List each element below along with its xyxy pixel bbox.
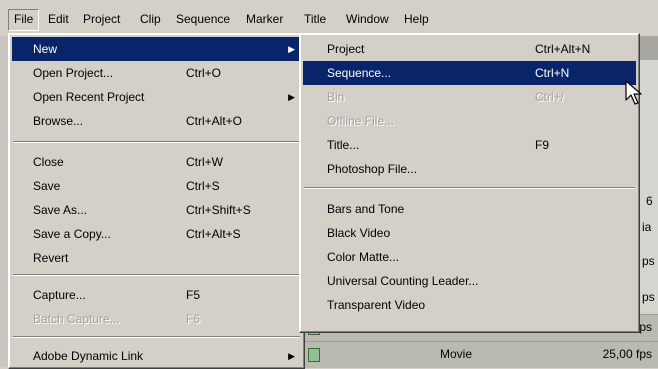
menu-item-transparent-video[interactable]: Transparent Video	[303, 293, 636, 317]
menu-item-label: Close	[33, 155, 64, 169]
menu-item-shortcut: Ctrl+S	[186, 179, 220, 193]
menu-item-new-sequence[interactable]: Sequence... Ctrl+N	[303, 61, 636, 85]
menu-file[interactable]: File	[8, 9, 40, 31]
menu-item-new-project[interactable]: Project Ctrl+Alt+N	[303, 37, 636, 61]
menu-separator	[13, 274, 300, 276]
menu-item-save-a-copy[interactable]: Save a Copy... Ctrl+Alt+S	[12, 222, 301, 246]
menu-item-label: Browse...	[33, 114, 84, 128]
menu-item-shortcut: F6	[186, 312, 201, 326]
menu-item-new-offline-file: Offline File...	[303, 109, 636, 133]
new-submenu: Project Ctrl+Alt+N Sequence... Ctrl+N Bi…	[299, 33, 640, 333]
menu-item-label: Transparent Video	[327, 298, 426, 312]
menu-item-shortcut: Ctrl+/	[535, 90, 565, 104]
menu-item-shortcut: Ctrl+N	[535, 66, 570, 80]
menu-item-label: Sequence...	[327, 66, 392, 80]
menu-item-label: Batch Capture...	[33, 312, 120, 326]
menu-item-label: Color Matte...	[327, 250, 400, 264]
triangle-right-icon: ▶	[288, 92, 295, 102]
clip-fps: 25,00 fps	[602, 347, 652, 361]
menu-item-browse[interactable]: Browse... Ctrl+Alt+O	[12, 109, 301, 133]
clip-type: Movie	[440, 347, 473, 361]
background-list-row[interactable]: Movie 25,00 fps	[300, 341, 658, 368]
menu-separator	[304, 187, 635, 189]
mouse-pointer-icon	[625, 80, 642, 105]
menu-item-adobe-dynamic-link[interactable]: Adobe Dynamic Link ▶	[12, 344, 301, 368]
menu-title[interactable]: Title	[298, 9, 332, 29]
file-menu: New ▶ Open Project... Ctrl+O Open Recent…	[8, 33, 305, 369]
menu-marker[interactable]: Marker	[240, 9, 289, 29]
menu-item-shortcut: F5	[186, 288, 201, 302]
menu-clip[interactable]: Clip	[134, 9, 167, 29]
menu-item-shortcut: Ctrl+Shift+S	[186, 203, 251, 217]
background-fragment: 6	[646, 194, 653, 208]
menu-item-bars-and-tone[interactable]: Bars and Tone	[303, 197, 636, 221]
menu-separator	[13, 141, 300, 143]
menu-item-label: Black Video	[327, 226, 391, 240]
menu-item-save[interactable]: Save Ctrl+S	[12, 174, 301, 198]
menu-item-black-video[interactable]: Black Video	[303, 221, 636, 245]
menu-item-revert[interactable]: Revert	[12, 246, 301, 270]
menu-item-shortcut: Ctrl+W	[186, 155, 223, 169]
menu-item-new[interactable]: New ▶	[12, 37, 301, 61]
menu-help[interactable]: Help	[398, 9, 435, 29]
menu-item-label: Open Recent Project	[33, 90, 145, 104]
menu-item-label: Offline File...	[327, 114, 395, 128]
menu-item-batch-capture: Batch Capture... F6	[12, 307, 301, 331]
menu-item-save-as[interactable]: Save As... Ctrl+Shift+S	[12, 198, 301, 222]
menu-window[interactable]: Window	[340, 9, 395, 29]
menu-item-label: Open Project...	[33, 66, 114, 80]
menu-item-universal-counting-leader[interactable]: Universal Counting Leader...	[303, 269, 636, 293]
menu-project[interactable]: Project	[77, 9, 126, 29]
menu-item-label: Project	[327, 42, 365, 56]
menu-item-new-title[interactable]: Title... F9	[303, 133, 636, 157]
menu-item-label: Revert	[33, 251, 69, 265]
menu-item-label: Bin	[327, 90, 345, 104]
menu-bar: File Edit Project Clip Sequence Marker T…	[0, 0, 658, 36]
menu-item-label: Save	[33, 179, 61, 193]
menu-item-label: Adobe Dynamic Link	[33, 349, 144, 363]
menu-item-open-project[interactable]: Open Project... Ctrl+O	[12, 61, 301, 85]
menu-item-label: New	[33, 42, 58, 56]
menu-item-close[interactable]: Close Ctrl+W	[12, 150, 301, 174]
menu-item-label: Bars and Tone	[327, 202, 405, 216]
menu-item-shortcut: Ctrl+Alt+O	[186, 114, 243, 128]
menu-item-label: Title...	[327, 138, 360, 152]
menu-item-shortcut: Ctrl+Alt+S	[186, 227, 241, 241]
menu-edit[interactable]: Edit	[42, 9, 75, 29]
triangle-right-icon: ▶	[288, 44, 295, 54]
menu-item-shortcut: Ctrl+Alt+N	[535, 42, 591, 56]
background-fragment: ia	[642, 220, 652, 234]
menu-separator	[13, 336, 300, 338]
menu-item-new-bin: Bin Ctrl+/	[303, 85, 636, 109]
background-fragment: ps	[642, 254, 655, 268]
menu-item-capture[interactable]: Capture... F5	[12, 283, 301, 307]
background-fragment: ps	[642, 290, 655, 304]
menu-item-label: Save a Copy...	[33, 227, 111, 241]
clip-swatch-icon	[308, 348, 320, 362]
menu-item-label: Universal Counting Leader...	[327, 274, 479, 288]
menu-sequence[interactable]: Sequence	[170, 9, 236, 29]
menu-item-color-matte[interactable]: Color Matte...	[303, 245, 636, 269]
menu-item-new-photoshop-file[interactable]: Photoshop File...	[303, 157, 636, 181]
menu-item-shortcut: F9	[535, 138, 550, 152]
menu-item-label: Photoshop File...	[327, 162, 418, 176]
menu-item-label: Save As...	[33, 203, 88, 217]
menu-item-open-recent-project[interactable]: Open Recent Project ▶	[12, 85, 301, 109]
menu-item-label: Capture...	[33, 288, 86, 302]
triangle-right-icon: ▶	[288, 351, 295, 361]
menu-item-shortcut: Ctrl+O	[186, 66, 222, 80]
